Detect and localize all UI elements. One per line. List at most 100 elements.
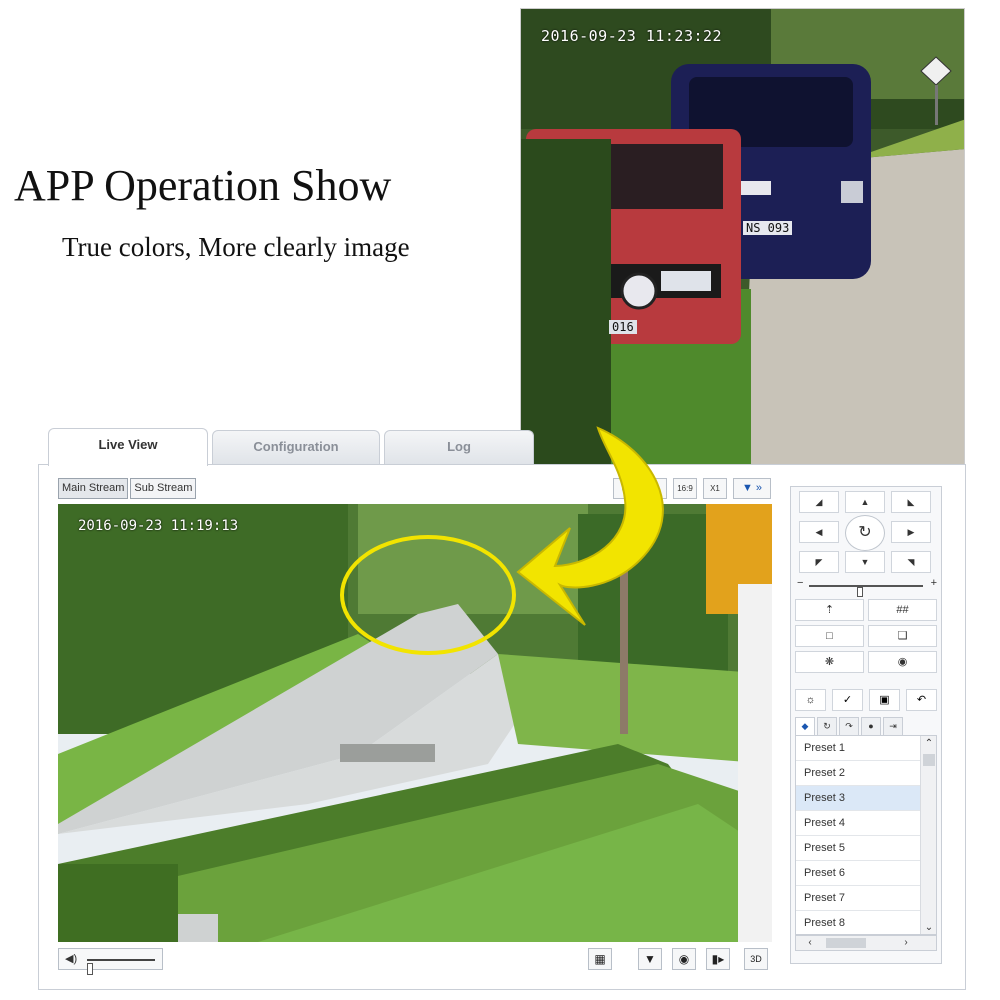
zoom-focus-iris-grid: ⇡ ## □ ❑ ❋ ◉	[795, 599, 937, 673]
iris-close-icon: ◉	[897, 656, 908, 668]
scroll-right-icon[interactable]: ›	[898, 936, 914, 950]
tab-log[interactable]: Log	[384, 430, 534, 466]
record-button[interactable]: ▮▸	[706, 948, 730, 970]
expand-icon: »	[755, 482, 763, 494]
focus-frame-icon: ▣	[879, 694, 890, 706]
split-screen-icon[interactable]: ▦	[588, 948, 612, 970]
preset-item[interactable]: Preset 2	[796, 761, 920, 786]
stream-selector: Main Stream Sub Stream	[58, 478, 198, 499]
volume-fill	[87, 959, 90, 961]
one-touch-focus-button[interactable]: ▣	[869, 689, 900, 711]
scroll-left-icon[interactable]: ‹	[802, 936, 818, 950]
preset-item[interactable]: Preset 6	[796, 861, 920, 886]
focus-far-button[interactable]: ❑	[868, 625, 937, 647]
zoomed-scene	[521, 9, 964, 467]
iris-open-button[interactable]: ❋	[795, 651, 864, 673]
video-controls: ◀) ▦ ▼ ◉ ▮▸ 3D	[58, 946, 772, 975]
pan-up-right-button[interactable]: ◣	[891, 491, 931, 513]
wiper-button[interactable]: ✓	[832, 689, 863, 711]
microphone-button[interactable]: ▼	[638, 948, 662, 970]
aux-toolbar: ☼ ✓ ▣ ↶	[795, 689, 937, 711]
plate-left: 016	[609, 320, 637, 334]
sub-stream-button[interactable]: Sub Stream	[130, 478, 197, 499]
preset-icon: ◆	[801, 721, 809, 731]
view-toolbar: ■ 16:9 X1 ▼ »	[613, 478, 777, 499]
fit-icon[interactable]	[643, 478, 667, 499]
preset-horizontal-scrollbar[interactable]: ‹ ›	[795, 935, 937, 951]
zoomed-snapshot: 2016-09-23 11:23:22 NS 093 016	[520, 8, 965, 468]
auto-pan-button[interactable]: ↻	[845, 515, 885, 551]
volume-slider[interactable]	[87, 959, 155, 975]
pan-left-button[interactable]: ◀	[799, 521, 839, 543]
zoom-out-icon: ##	[896, 604, 909, 616]
preset-rows: Preset 1 Preset 2 Preset 3 Preset 4 Preset 5…	[796, 736, 936, 934]
pan-right-button[interactable]: ▶	[891, 521, 931, 543]
patrol-icon: ↻	[823, 721, 831, 731]
preset-item[interactable]: Preset 8	[796, 911, 920, 934]
focus-near-icon: □	[826, 630, 833, 642]
camera-icon: ◉	[678, 952, 690, 966]
light-button[interactable]: ☼	[795, 689, 826, 711]
snapshot-button[interactable]: ◉	[672, 948, 696, 970]
preset-tabs: ◆ ↻ ↷ ● ⇥	[795, 717, 905, 735]
focus-near-button[interactable]: □	[795, 625, 864, 647]
live-video[interactable]: 2016-09-23 11:19:13	[58, 504, 772, 942]
volume-handle[interactable]	[87, 963, 93, 975]
preset-vertical-scrollbar[interactable]: ⌃ ⌄	[920, 736, 936, 934]
zoom-in-icon: ⇡	[824, 604, 835, 616]
tab-configuration[interactable]: Configuration	[212, 430, 380, 466]
iris-open-icon: ❋	[824, 656, 835, 668]
aspect-ratio-button[interactable]: 16:9	[673, 478, 697, 499]
speaker-icon[interactable]: ◀)	[65, 952, 77, 965]
horizontal-scroll-thumb[interactable]	[826, 938, 866, 948]
more-tools-button[interactable]: ▼ »	[733, 478, 771, 499]
iris-close-button[interactable]: ◉	[868, 651, 937, 673]
scale-button[interactable]: X1	[703, 478, 727, 499]
preset-item[interactable]: Preset 4	[796, 811, 920, 836]
tab-patrol[interactable]: ↻	[817, 717, 837, 735]
scroll-down-icon[interactable]: ⌄	[921, 920, 936, 934]
zoom-out-button[interactable]: ##	[868, 599, 937, 621]
speed-minus-icon[interactable]: −	[797, 577, 803, 589]
zoom-timestamp: 2016-09-23 11:23:22	[541, 27, 723, 45]
tab-live-view[interactable]: Live View	[48, 428, 208, 466]
tab-presets[interactable]: ◆	[795, 717, 815, 735]
pan-up-left-button[interactable]: ◢	[799, 491, 839, 513]
back-button[interactable]: ↶	[906, 689, 937, 711]
vertical-scroll-thumb[interactable]	[923, 754, 935, 766]
focus-far-icon: ❑	[897, 630, 908, 642]
preset-item[interactable]: Preset 1	[796, 736, 920, 761]
tab-bar: Live View Configuration Log	[48, 428, 568, 466]
volume-control[interactable]: ◀)	[58, 948, 163, 975]
speed-plus-icon[interactable]: +	[931, 577, 937, 589]
camera-web-ui: Live View Configuration Log Main Stream …	[38, 428, 966, 990]
refresh-icon: ↻	[858, 524, 872, 541]
subline: True colors, More clearly image	[62, 232, 410, 262]
plate-right: NS 093	[743, 221, 793, 235]
ptz-speed-handle[interactable]	[857, 587, 863, 597]
scroll-up-icon[interactable]: ⌃	[921, 736, 936, 752]
ptz-speed-slider[interactable]	[809, 585, 923, 597]
window-mode-icon[interactable]: ■	[613, 478, 637, 499]
undo-icon: ↶	[916, 694, 927, 706]
pan-up-button[interactable]: ▲	[845, 491, 885, 513]
light-icon: ☼	[805, 694, 816, 706]
pan-down-right-button[interactable]: ◥	[891, 551, 931, 573]
scan-icon: ⇥	[889, 721, 897, 731]
tab-marker[interactable]: ●	[861, 717, 881, 735]
preset-item[interactable]: Preset 3	[796, 786, 920, 811]
ptz-speed-control: − +	[797, 577, 937, 597]
main-stream-button[interactable]: Main Stream	[58, 478, 129, 499]
pan-down-left-button[interactable]: ◤	[799, 551, 839, 573]
video-scene	[58, 504, 772, 942]
pan-down-button[interactable]: ▼	[845, 551, 885, 573]
preset-item[interactable]: Preset 5	[796, 836, 920, 861]
tab-pattern[interactable]: ↷	[839, 717, 859, 735]
video-timestamp: 2016-09-23 11:19:13	[78, 518, 239, 534]
headline: APP Operation Show	[14, 161, 392, 210]
tab-scan[interactable]: ⇥	[883, 717, 903, 735]
wiper-icon: ✓	[842, 694, 853, 706]
3d-position-button[interactable]: 3D	[744, 948, 768, 970]
preset-item[interactable]: Preset 7	[796, 886, 920, 911]
zoom-in-button[interactable]: ⇡	[795, 599, 864, 621]
